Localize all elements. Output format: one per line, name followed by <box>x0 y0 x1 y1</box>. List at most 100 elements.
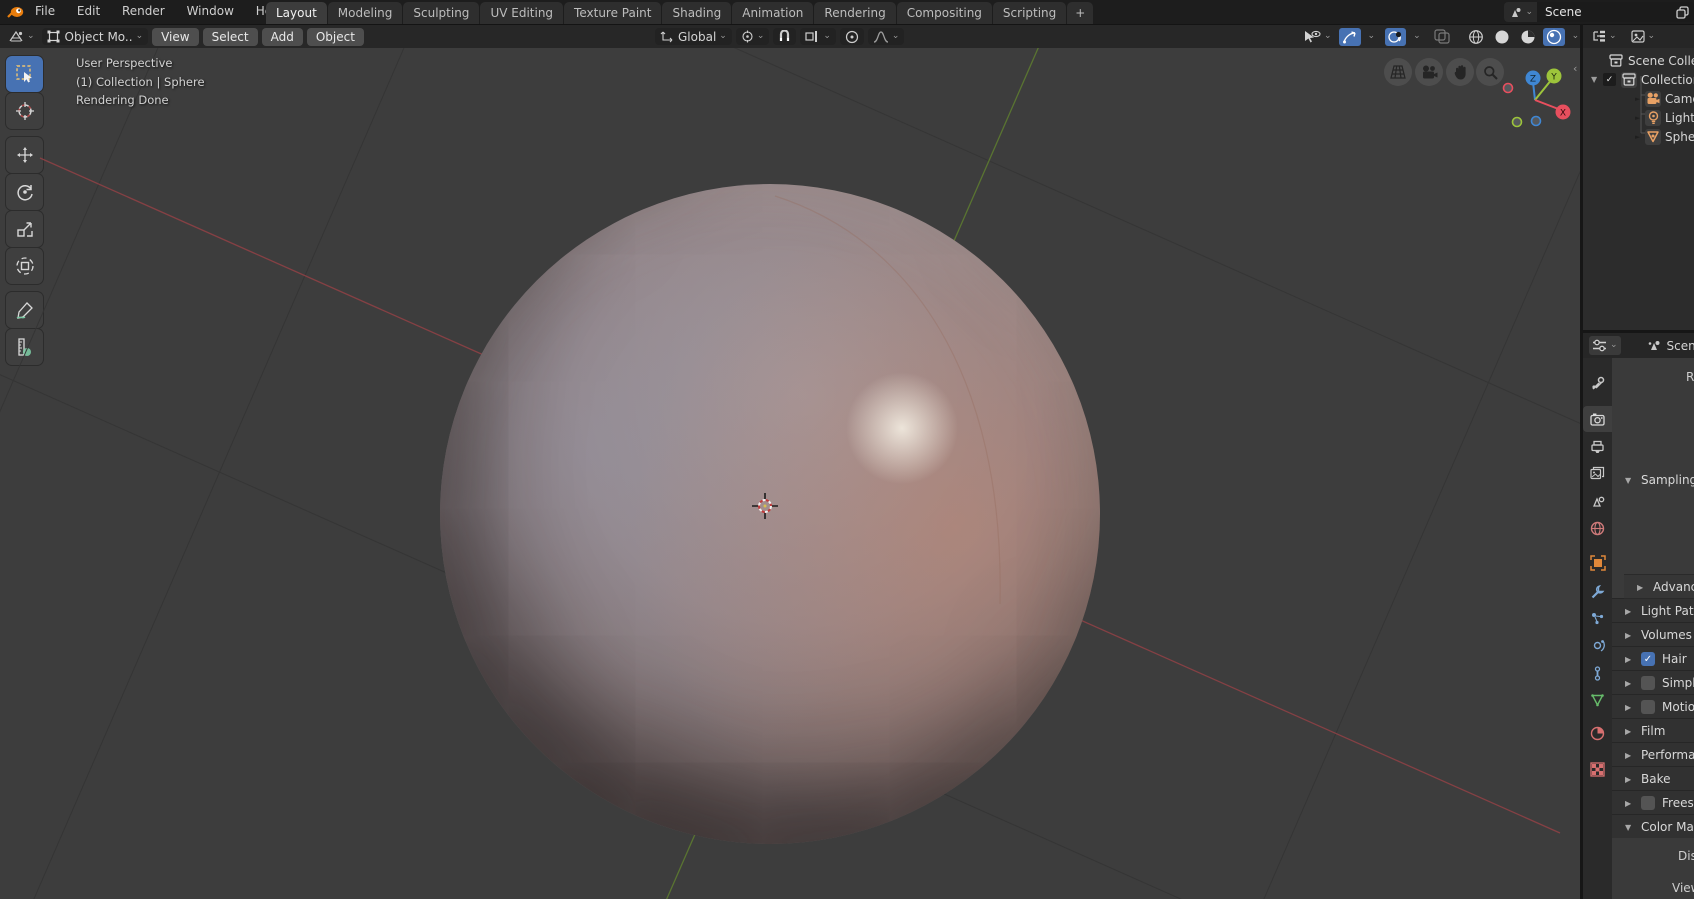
menu-select[interactable]: Select <box>203 28 258 46</box>
collapse-panel-handle[interactable]: ‹ <box>1573 62 1577 75</box>
section-hair[interactable]: ▶ ✓ Hair <box>1612 646 1694 671</box>
section-film[interactable]: ▶ Film <box>1612 718 1694 743</box>
menu-window[interactable]: Window <box>178 0 243 24</box>
tab-shading[interactable]: Shading <box>662 2 731 24</box>
ptab-view-layer[interactable] <box>1583 460 1612 486</box>
branch-arrow-icon[interactable]: ► <box>1635 114 1645 122</box>
hair-checkbox[interactable]: ✓ <box>1641 652 1655 666</box>
pivot-point-dropdown[interactable]: ⌄ <box>736 28 770 45</box>
perspective-toggle-button[interactable] <box>1384 58 1412 86</box>
chevron-down-icon: ⌄ <box>1324 32 1332 41</box>
menu-file[interactable]: File <box>26 0 64 24</box>
menu-view[interactable]: View <box>152 28 198 46</box>
section-freestyle[interactable]: ▶ Freestyle <box>1612 790 1694 815</box>
snap-with-dropdown[interactable]: ⌄ <box>800 28 836 45</box>
outliner-editor-type-button[interactable]: ⌄ <box>1589 28 1620 46</box>
expand-arrow-icon: ▶ <box>1625 727 1635 736</box>
outliner-display-mode-button[interactable]: ⌄ <box>1628 28 1659 46</box>
tab-modeling[interactable]: Modeling <box>328 2 403 24</box>
ptab-texture[interactable] <box>1583 756 1612 782</box>
snap-toggle[interactable] <box>773 28 796 45</box>
section-bake[interactable]: ▶ Bake <box>1612 766 1694 791</box>
shading-solid-button[interactable] <box>1491 28 1513 46</box>
expand-arrow-icon[interactable]: ▼ <box>1591 75 1603 84</box>
freestyle-checkbox[interactable] <box>1641 796 1655 810</box>
section-label: Advanced <box>1653 580 1694 594</box>
section-light-paths[interactable]: ▶ Light Paths <box>1612 598 1694 623</box>
blender-logo-icon[interactable] <box>7 4 24 19</box>
section-volumes[interactable]: ▶ Volumes <box>1612 622 1694 647</box>
section-advanced[interactable]: ▶ Advanced <box>1624 574 1694 599</box>
ptab-object-data[interactable] <box>1583 687 1612 713</box>
chevron-down-icon[interactable]: ⌄ <box>1368 32 1376 41</box>
ptab-constraints[interactable] <box>1583 660 1612 686</box>
ptab-output[interactable] <box>1583 434 1612 460</box>
section-label: Sampling <box>1641 473 1694 487</box>
tab-texture-paint[interactable]: Texture Paint <box>564 2 661 24</box>
shading-rendered-button[interactable] <box>1543 28 1565 46</box>
shading-material-button[interactable] <box>1517 28 1539 46</box>
mode-selector[interactable]: Object Mo.. ⌄ <box>42 28 149 45</box>
gizmo-arrow-icon <box>1342 30 1358 44</box>
outliner-search-button[interactable] <box>1690 28 1694 46</box>
ptab-particles[interactable] <box>1583 605 1612 631</box>
ptab-physics[interactable] <box>1583 632 1612 658</box>
ptab-render[interactable] <box>1583 406 1612 432</box>
object-visibility-dropdown[interactable]: ⌄ <box>1300 28 1335 46</box>
outliner-row-camera[interactable]: ► Camera <box>1635 89 1694 108</box>
add-workspace-button[interactable]: + <box>1067 2 1093 24</box>
falloff-curve-icon <box>873 31 889 43</box>
show-overlays-toggle[interactable] <box>1385 28 1406 46</box>
xray-toggle[interactable] <box>1431 28 1453 46</box>
chevron-down-icon[interactable]: ⌄ <box>1413 32 1421 41</box>
branch-arrow-icon[interactable]: ► <box>1635 133 1645 141</box>
tab-rendering[interactable]: Rendering <box>814 2 895 24</box>
collection-checkbox[interactable]: ✓ <box>1603 73 1616 86</box>
check-icon: ✓ <box>1644 654 1652 665</box>
ptab-scene[interactable] <box>1583 488 1612 514</box>
new-scene-button[interactable] <box>1671 2 1694 22</box>
ptab-modifiers[interactable] <box>1583 578 1612 604</box>
section-color-management[interactable]: ▼ Color Management <box>1612 814 1694 839</box>
ptab-world[interactable] <box>1583 515 1612 541</box>
chevron-down-icon[interactable]: ⌄ <box>1572 32 1580 41</box>
ptab-object[interactable] <box>1583 550 1612 576</box>
pan-view-button[interactable] <box>1446 58 1474 86</box>
ptab-material[interactable] <box>1583 720 1612 746</box>
tab-sculpting[interactable]: Sculpting <box>403 2 479 24</box>
section-sampling[interactable]: ▼ Sampling <box>1612 468 1694 492</box>
section-simplify[interactable]: ▶ Simplify <box>1612 670 1694 695</box>
shading-wireframe-button[interactable] <box>1465 28 1487 46</box>
tab-compositing[interactable]: Compositing <box>897 2 992 24</box>
show-gizmo-toggle[interactable] <box>1339 28 1361 46</box>
simplify-checkbox[interactable] <box>1641 676 1655 690</box>
camera-view-button[interactable] <box>1415 58 1443 86</box>
chevron-down-icon: ⌄ <box>1609 32 1617 41</box>
proportional-editing-toggle[interactable] <box>840 28 864 45</box>
menu-object[interactable]: Object <box>307 28 364 46</box>
section-performance[interactable]: ▶ Performance <box>1612 742 1694 767</box>
ptab-tool[interactable] <box>1583 370 1612 396</box>
tab-uv-editing[interactable]: UV Editing <box>480 2 563 24</box>
tab-scripting[interactable]: Scripting <box>993 2 1066 24</box>
transform-orientation-dropdown[interactable]: Global ⌄ <box>655 28 732 45</box>
properties-editor-type-button[interactable]: ⌄ <box>1589 336 1621 355</box>
outliner-row-scene-collection[interactable]: Scene Collection <box>1608 51 1694 70</box>
outliner-row-sphere[interactable]: ► Sphere <box>1635 127 1694 146</box>
tab-animation[interactable]: Animation <box>732 2 813 24</box>
menu-edit[interactable]: Edit <box>68 0 109 24</box>
menu-render[interactable]: Render <box>113 0 174 24</box>
motion-blur-checkbox[interactable] <box>1641 700 1655 714</box>
menu-add[interactable]: Add <box>262 28 303 46</box>
section-motion-blur[interactable]: ▶ Motion Blur <box>1612 694 1694 719</box>
outliner-row-light[interactable]: ► Light <box>1635 108 1694 127</box>
editor-type-button[interactable]: ⌄ <box>5 28 38 46</box>
tab-layout[interactable]: Layout <box>266 2 327 24</box>
scene-browse-button[interactable]: ⌄ <box>1504 2 1537 22</box>
branch-arrow-icon[interactable]: ► <box>1635 95 1645 103</box>
proportional-falloff-dropdown[interactable]: ⌄ <box>868 28 905 45</box>
scene-name-field[interactable]: Scene <box>1537 2 1671 22</box>
render-engine-block: Render Engine <box>1612 358 1694 468</box>
outliner-row-collection[interactable]: ▼ ✓ Collection <box>1591 70 1694 89</box>
navigation-axis-gizmo[interactable]: Z Y X <box>1500 55 1580 137</box>
